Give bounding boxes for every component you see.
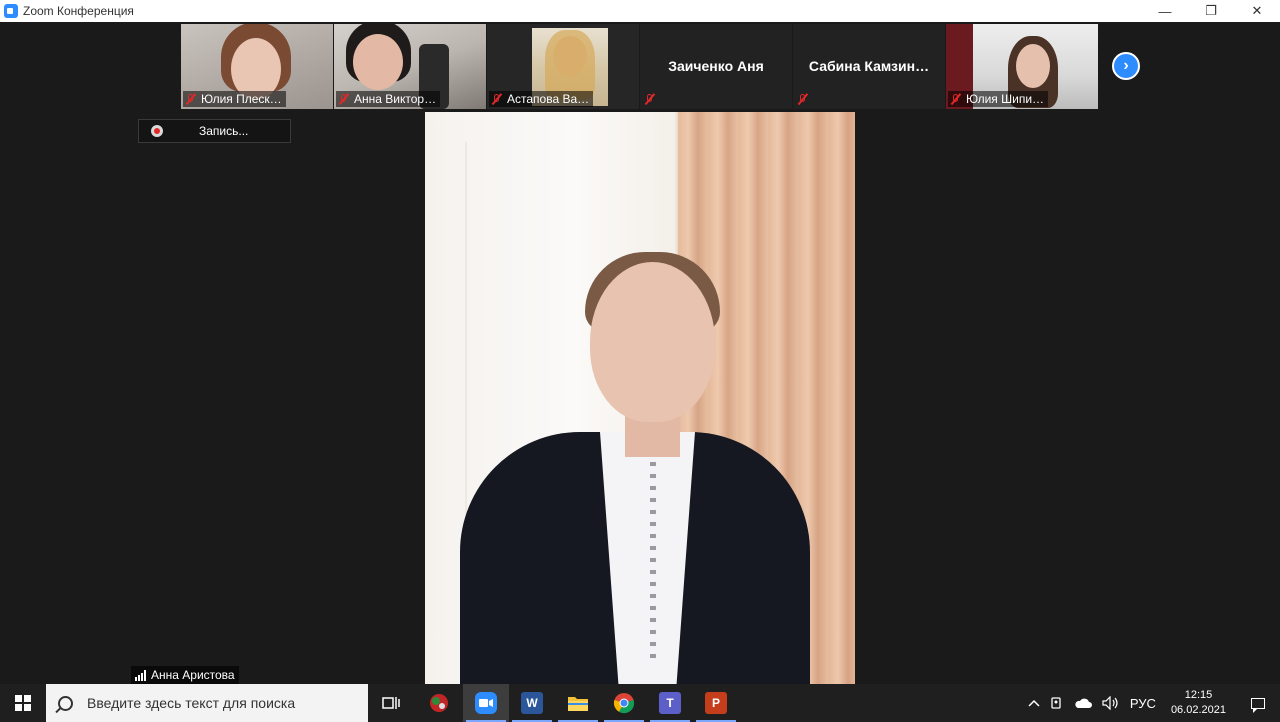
mic-muted-icon [950, 93, 962, 105]
chevron-up-icon[interactable] [1028, 699, 1040, 707]
participant-tile[interactable]: Юлия Плеск… [181, 24, 333, 109]
minimize-button[interactable]: — [1142, 0, 1188, 22]
active-speaker-video [425, 112, 855, 684]
clock-time: 12:15 [1184, 689, 1213, 701]
windows-logo-icon [15, 695, 31, 711]
taskbar-app-zoom[interactable] [463, 684, 509, 722]
mic-muted-icon [338, 93, 350, 105]
folder-icon [568, 697, 588, 711]
taskbar-app-game[interactable] [416, 684, 462, 722]
participant-face [353, 34, 403, 90]
speaker-shirt-buttons [650, 462, 656, 662]
participant-name-label: Астапова Ва… [489, 91, 594, 107]
start-button[interactable] [0, 684, 46, 722]
participant-name: Анна Виктор… [354, 92, 437, 106]
clock-date: 06.02.2021 [1170, 704, 1226, 716]
participant-name-label [795, 91, 817, 107]
taskbar-app-chrome[interactable] [601, 684, 647, 722]
participant-tile[interactable]: Анна Виктор… [334, 24, 486, 109]
participant-tile[interactable]: Сабина Камзин… [793, 24, 945, 109]
taskbar-app-powerpoint[interactable]: P [693, 684, 739, 722]
title-bar: Zoom Конференция — ❐ ✕ [0, 0, 1280, 22]
mic-muted-icon [491, 93, 503, 105]
participant-strip: Юлия Плеск… Анна Виктор… Астапова Ва… За… [0, 23, 1280, 109]
participant-name-label [642, 91, 664, 107]
notification-icon [1251, 697, 1265, 713]
participant-tile[interactable]: Заиченко Аня [640, 24, 792, 109]
participant-face [1016, 44, 1050, 88]
active-speaker-name: Анна Аристова [151, 668, 235, 682]
taskbar-clock[interactable]: 12:15 06.02.2021 [1171, 688, 1226, 718]
taskbar-app-word[interactable]: W [509, 684, 555, 722]
participant-display-name: Заиченко Аня [668, 58, 764, 74]
window-controls: — ❐ ✕ [1142, 0, 1280, 22]
volume-icon[interactable] [1102, 696, 1120, 710]
chevron-right-icon: › [1123, 57, 1129, 74]
signal-strength-icon [135, 669, 146, 681]
participant-name-label: Юлия Шипи… [948, 91, 1049, 107]
search-icon [58, 695, 73, 711]
mic-muted-icon [185, 93, 197, 105]
mic-muted-icon [644, 93, 656, 105]
close-button[interactable]: ✕ [1234, 0, 1280, 22]
notifications-button[interactable] [1236, 684, 1280, 722]
teams-icon: T [659, 692, 681, 714]
speaker-face [590, 262, 715, 422]
onedrive-cloud-icon[interactable] [1074, 697, 1092, 709]
powerpoint-icon: P [705, 692, 727, 714]
mic-muted-icon [797, 93, 809, 105]
participant-name: Юлия Плеск… [201, 92, 282, 106]
language-indicator[interactable]: РУС [1130, 696, 1156, 711]
participant-name-label: Юлия Плеск… [183, 91, 286, 107]
zoom-icon [475, 692, 497, 714]
active-speaker-label: Анна Аристова [131, 666, 239, 684]
system-tray: РУС 12:15 06.02.2021 [1023, 684, 1280, 722]
task-view-button[interactable] [368, 684, 414, 722]
taskbar-app-explorer[interactable] [555, 684, 601, 722]
word-icon: W [521, 692, 543, 714]
window-title: Zoom Конференция [23, 4, 134, 18]
taskbar-search[interactable]: Введите здесь текст для поиска [46, 684, 368, 722]
zoom-app-icon [4, 4, 18, 18]
participant-tile[interactable]: Юлия Шипи… [946, 24, 1098, 109]
participant-name-label: Анна Виктор… [336, 91, 441, 107]
chrome-icon [613, 693, 635, 714]
participant-display-name: Сабина Камзин… [808, 58, 930, 74]
meet-now-icon[interactable] [1050, 696, 1064, 710]
recording-indicator[interactable]: Запись... [138, 119, 291, 143]
game-app-icon [430, 694, 448, 712]
participant-name: Юлия Шипи… [966, 92, 1045, 106]
participant-hair [545, 30, 595, 100]
search-placeholder: Введите здесь текст для поиска [87, 695, 296, 711]
next-page-button[interactable]: › [1112, 52, 1140, 80]
restore-button[interactable]: ❐ [1188, 0, 1234, 22]
record-icon [151, 125, 163, 137]
recording-label: Запись... [199, 124, 249, 138]
taskbar-app-teams[interactable]: T [647, 684, 693, 722]
windows-taskbar: Введите здесь текст для поиска W T P РУС… [0, 684, 1280, 722]
participant-tile[interactable]: Астапова Ва… [487, 24, 639, 109]
task-view-icon [382, 697, 400, 709]
participant-name: Астапова Ва… [507, 92, 590, 106]
